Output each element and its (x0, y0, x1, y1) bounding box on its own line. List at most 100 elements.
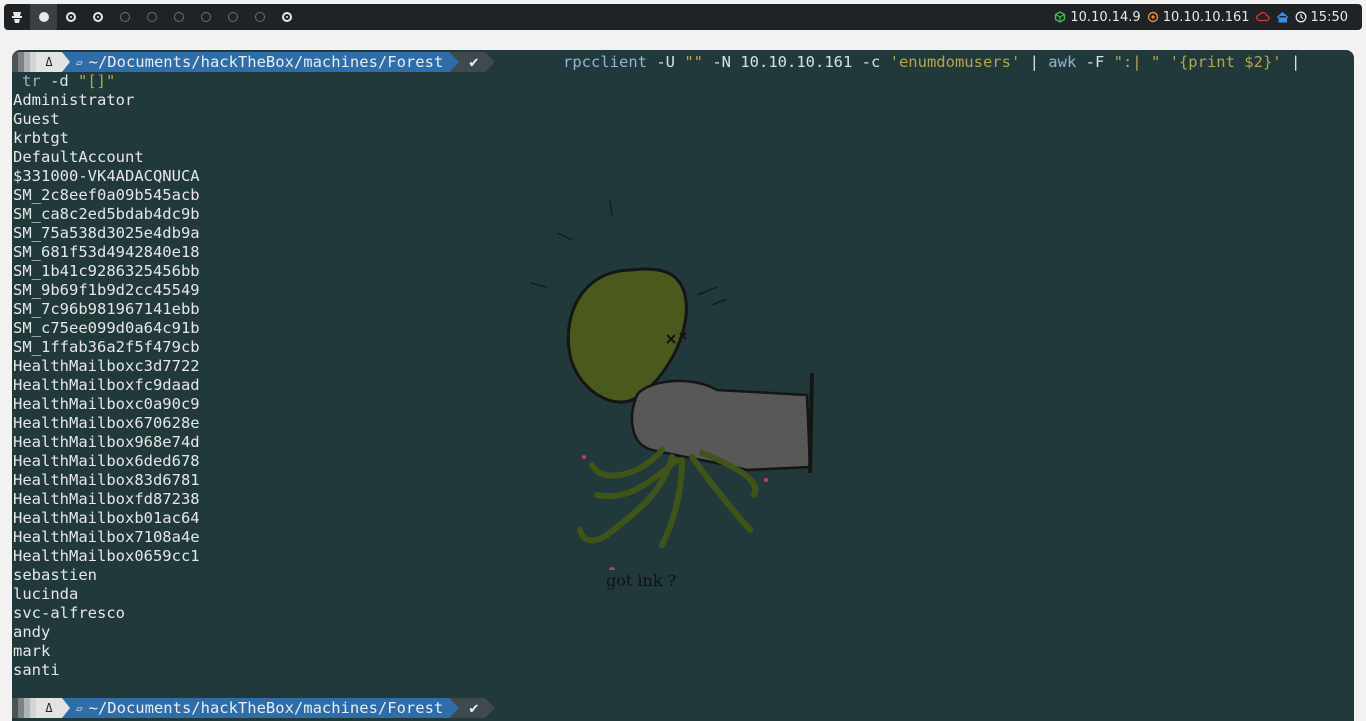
prompt-separator-icon (449, 52, 460, 72)
launcher-icon[interactable] (4, 4, 30, 30)
workspace-1[interactable] (30, 4, 57, 30)
output-line: mark (13, 642, 51, 660)
prompt-status: ✔ (459, 698, 485, 718)
output-line: SM_681f53d4942840e18 (13, 243, 200, 261)
vpn-ip-text: 10.10.14.9 (1070, 9, 1141, 25)
prompt-path: ▱ ~/Documents/hackTheBox/machines/Forest (70, 698, 450, 718)
workspace-3[interactable] (84, 4, 111, 30)
prompt-path-text: ~/Documents/hackTheBox/machines/Forest (88, 699, 444, 717)
workspace-2[interactable] (57, 4, 84, 30)
output-line: HealthMailboxc3d7722 (13, 357, 200, 375)
prompt-path-text: ~/Documents/hackTheBox/machines/Forest (88, 53, 444, 71)
prompt-path: ▱ ~/Documents/hackTheBox/machines/Forest (70, 52, 450, 72)
cmd-string: ":| " (1113, 53, 1161, 71)
linux-icon: Δ (36, 698, 62, 718)
workspace-10[interactable] (273, 4, 300, 30)
command-line: rpcclient -U "" -N 10.10.10.161 -c 'enum… (563, 52, 1300, 72)
check-icon: ✔ (469, 53, 479, 71)
output-line: HealthMailboxfc9daad (13, 376, 200, 394)
workspace-empty-icon (227, 12, 238, 22)
output-line: SM_1ffab36a2f5f479cb (13, 338, 200, 356)
prompt-separator-icon (484, 698, 495, 718)
output-line: SM_ca8c2ed5bdab4dc9b (13, 205, 200, 223)
home-icon (1276, 11, 1288, 23)
home-indicator[interactable] (1276, 11, 1289, 23)
workspace-9[interactable] (246, 4, 273, 30)
output-line: Administrator (13, 91, 135, 109)
tentacles-icon (577, 447, 759, 548)
output-line: HealthMailboxb01ac64 (13, 509, 200, 527)
workspace-occupied-icon (92, 12, 103, 22)
prompt-separator-icon (62, 698, 70, 718)
wallpaper-art (529, 200, 814, 570)
output-line: HealthMailbox670628e (13, 414, 200, 432)
cloud-indicator[interactable] (1255, 11, 1270, 23)
output-line: SM_1b41c9286325456bb (13, 262, 200, 280)
cmd-string: "" (684, 53, 703, 71)
output-line: HealthMailbox7108a4e (13, 528, 200, 546)
workspace-5[interactable] (138, 4, 165, 30)
workspace-8[interactable] (219, 4, 246, 30)
clock-text: 15:50 (1310, 9, 1348, 25)
output-line: HealthMailbox968e74d (13, 433, 200, 451)
cmd-string: "[]" (78, 72, 116, 90)
output-line: HealthMailbox6ded678 (13, 452, 200, 470)
clock[interactable]: 15:50 (1295, 10, 1348, 25)
prompt-shade-segments (12, 52, 36, 72)
cmd-pipe: | (1020, 53, 1049, 71)
folder-icon: ▱ (76, 55, 83, 69)
cmd-args: -U (647, 53, 685, 71)
output-line: SM_c75ee099d0a64c91b (13, 319, 200, 337)
output-line: SM_7c96b981967141ebb (13, 300, 200, 318)
cmd-bin: rpcclient (563, 53, 647, 71)
cmd-string: 'enumdomusers' (889, 53, 1021, 71)
wallpaper-caption: got ink ? (606, 571, 677, 590)
command-line-continuation: tr -d "[]" (22, 71, 115, 91)
workspace-4[interactable] (111, 4, 138, 30)
workspace-empty-icon (146, 12, 157, 22)
output-line: krbtgt (13, 129, 69, 147)
output-line: sebastien (13, 566, 97, 584)
cube-icon (1055, 11, 1066, 23)
terminal-window[interactable]: got ink ? Δ ▱ ~/Documents/hackTheBox/mac… (12, 50, 1354, 721)
cmd-string: '{print $2}' (1169, 53, 1282, 71)
target-ip-indicator[interactable]: 10.10.10.161 (1147, 10, 1250, 25)
output-line: SM_75a538d3025e4db9a (13, 224, 200, 242)
workspace-empty-icon (254, 12, 265, 22)
output-line: lucinda (13, 585, 79, 603)
workspace-6[interactable] (165, 4, 192, 30)
target-icon (1147, 11, 1158, 23)
workspace-active-icon (38, 12, 49, 22)
cloud-icon (1255, 11, 1270, 22)
status-area: 10.10.14.9 10.10.10.161 15:50 (1054, 4, 1348, 30)
cmd-pipe: | (1281, 53, 1301, 71)
prompt-separator-icon (62, 52, 70, 72)
folder-icon: ▱ (76, 701, 83, 715)
output-line: SM_9b69f1b9d2cc45549 (13, 281, 200, 299)
output-line: andy (13, 623, 51, 641)
vpn-ip-indicator[interactable]: 10.10.14.9 (1054, 9, 1141, 25)
output-line: HealthMailbox0659cc1 (13, 547, 200, 565)
prompt-separator-icon (449, 698, 460, 718)
output-line: SM_2c8eef0a09b545acb (13, 186, 200, 204)
output-line: santi (13, 661, 60, 679)
linux-icon: Δ (36, 52, 62, 72)
cmd-bin: tr (22, 72, 41, 90)
target-ip-text: 10.10.10.161 (1162, 9, 1250, 25)
output-line: $331000-VK4ADACQNUCA (13, 167, 200, 185)
cmd-args: -d (40, 72, 78, 90)
clock-icon (1295, 11, 1306, 23)
workspace-empty-icon (119, 12, 130, 22)
workspace-7[interactable] (192, 4, 219, 30)
output-line: HealthMailboxfd87238 (13, 490, 200, 508)
workspace-occupied-icon (281, 12, 292, 22)
top-bar: 10.10.14.9 10.10.10.161 15:50 (4, 4, 1362, 30)
check-icon: ✔ (469, 699, 479, 717)
shell-prompt: Δ ▱ ~/Documents/hackTheBox/machines/Fore… (12, 698, 495, 718)
workspace-empty-icon (200, 12, 211, 22)
cmd-args: -N 10.10.10.161 -c (703, 53, 890, 71)
output-line: DefaultAccount (13, 148, 144, 166)
output-line: HealthMailboxc0a90c9 (13, 395, 200, 413)
output-line: Guest (13, 110, 60, 128)
prompt-separator-icon (484, 52, 495, 72)
